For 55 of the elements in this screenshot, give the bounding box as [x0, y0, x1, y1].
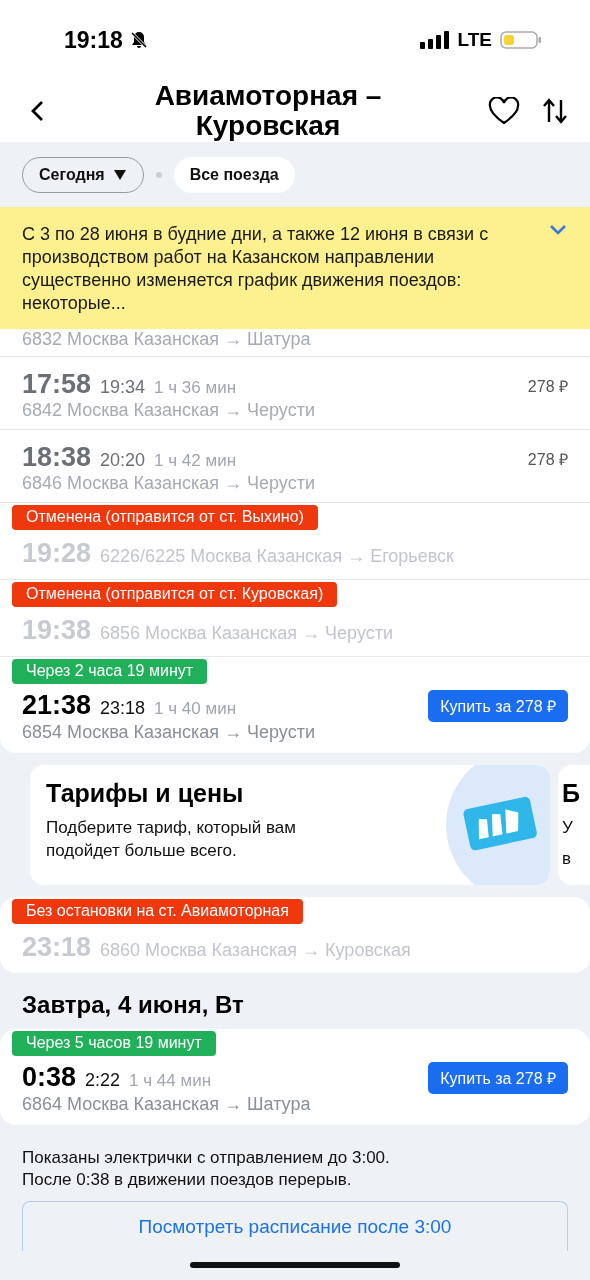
heart-icon — [488, 97, 520, 125]
arrival-time: 20:20 — [100, 450, 146, 471]
later-schedule-button[interactable]: Посмотреть расписание после 3:00 — [22, 1201, 568, 1251]
train-route: 6856 Москва Казанская → Черусти — [100, 623, 393, 644]
battery-icon — [500, 30, 542, 50]
promo-title: Тарифы и цены — [46, 779, 245, 808]
schedule-note: Показаны электрички с отправлением до 3:00. — [22, 1147, 391, 1169]
departure-time: 21:38 — [22, 690, 92, 721]
status-badge: Без остановки на ст. Авиамоторная — [12, 899, 303, 924]
swap-arrows-icon — [542, 97, 568, 125]
departure-countdown-badge: Через 5 часов 19 минут — [12, 1031, 216, 1056]
trip-duration: 1 ч 40 мин — [154, 699, 237, 719]
departure-time: 17:58 — [22, 369, 92, 400]
ticket-price: 278 ₽ — [527, 377, 568, 397]
trip-duration: 1 ч 44 мин — [129, 1071, 212, 1091]
filter-chip[interactable]: Все поезда — [173, 156, 295, 193]
train-route: 6860 Москва Казанская → Куровская — [100, 940, 411, 961]
arrival-time: 2:22 — [85, 1070, 121, 1091]
train-route: 6854 Москва Казанская → Черусти — [21, 722, 316, 743]
train-route: 6846 Москва Казанская → Черусти — [21, 473, 316, 494]
schedule-note: После 0:38 в движении поездов перерыв. — [22, 1169, 353, 1191]
trip-duration: 1 ч 42 мин — [154, 451, 237, 471]
status-time: 19:18 — [64, 26, 123, 54]
departure-time: 18:38 — [22, 442, 92, 473]
caret-icon — [112, 168, 127, 181]
buy-ticket-button[interactable]: Купить за 278 ₽ — [428, 1062, 568, 1094]
promo-text: Подберите тариф, который вам подойдет больше всего. — [46, 817, 297, 862]
trip-duration: 1 ч 36 мин — [154, 378, 237, 398]
arrival-time: 19:34 — [100, 377, 146, 398]
promo-card[interactable]: Тарифы и цены Подберите тариф, который вам подойдет больше всего. — [30, 765, 550, 885]
promo-text: в — [562, 848, 573, 870]
promo-text: У — [562, 817, 574, 839]
bell-off-icon — [128, 30, 149, 50]
ticket-price: 278 ₽ — [527, 450, 568, 470]
departure-time: 23:18 — [22, 932, 92, 963]
arrival-time: 23:18 — [100, 698, 146, 719]
promo-card[interactable]: Б У в — [558, 765, 590, 885]
promo-title: Б — [562, 779, 581, 808]
departure-countdown-badge: Через 2 часа 19 минут — [12, 659, 208, 684]
status-badge: Отменена (отправится от ст. Выхино) — [12, 505, 318, 530]
buy-ticket-button[interactable]: Купить за 278 ₽ — [428, 690, 568, 722]
day-heading: Завтра, 4 июня, Вт — [21, 990, 245, 1020]
departure-time: 19:28 — [22, 538, 92, 569]
train-route: 6842 Москва Казанская → Черусти — [21, 400, 316, 421]
departure-time: 0:38 — [22, 1062, 77, 1093]
chevron-down-icon[interactable] — [548, 223, 568, 237]
train-route: 6832 Москва Казанская → Шатура — [21, 329, 312, 350]
route-title: Авиамоторная – Куровская — [154, 81, 382, 141]
train-route: 6226/6225 Москва Казанская → Егорьевск — [100, 546, 454, 567]
schedule-notice: С 3 по 28 июня в будние дни, а также 12 июня в связи с производством работ на Казанском направлении существенно изменяется график движения поездов: некоторые... — [22, 223, 490, 315]
train-route: 6864 Москва Казанская → Шатура — [21, 1094, 312, 1115]
departure-time: 19:38 — [22, 615, 92, 646]
network-type: LTE — [457, 29, 492, 51]
status-badge: Отменена (отправится от ст. Куровская) — [12, 582, 338, 607]
signal-icon — [419, 30, 450, 50]
